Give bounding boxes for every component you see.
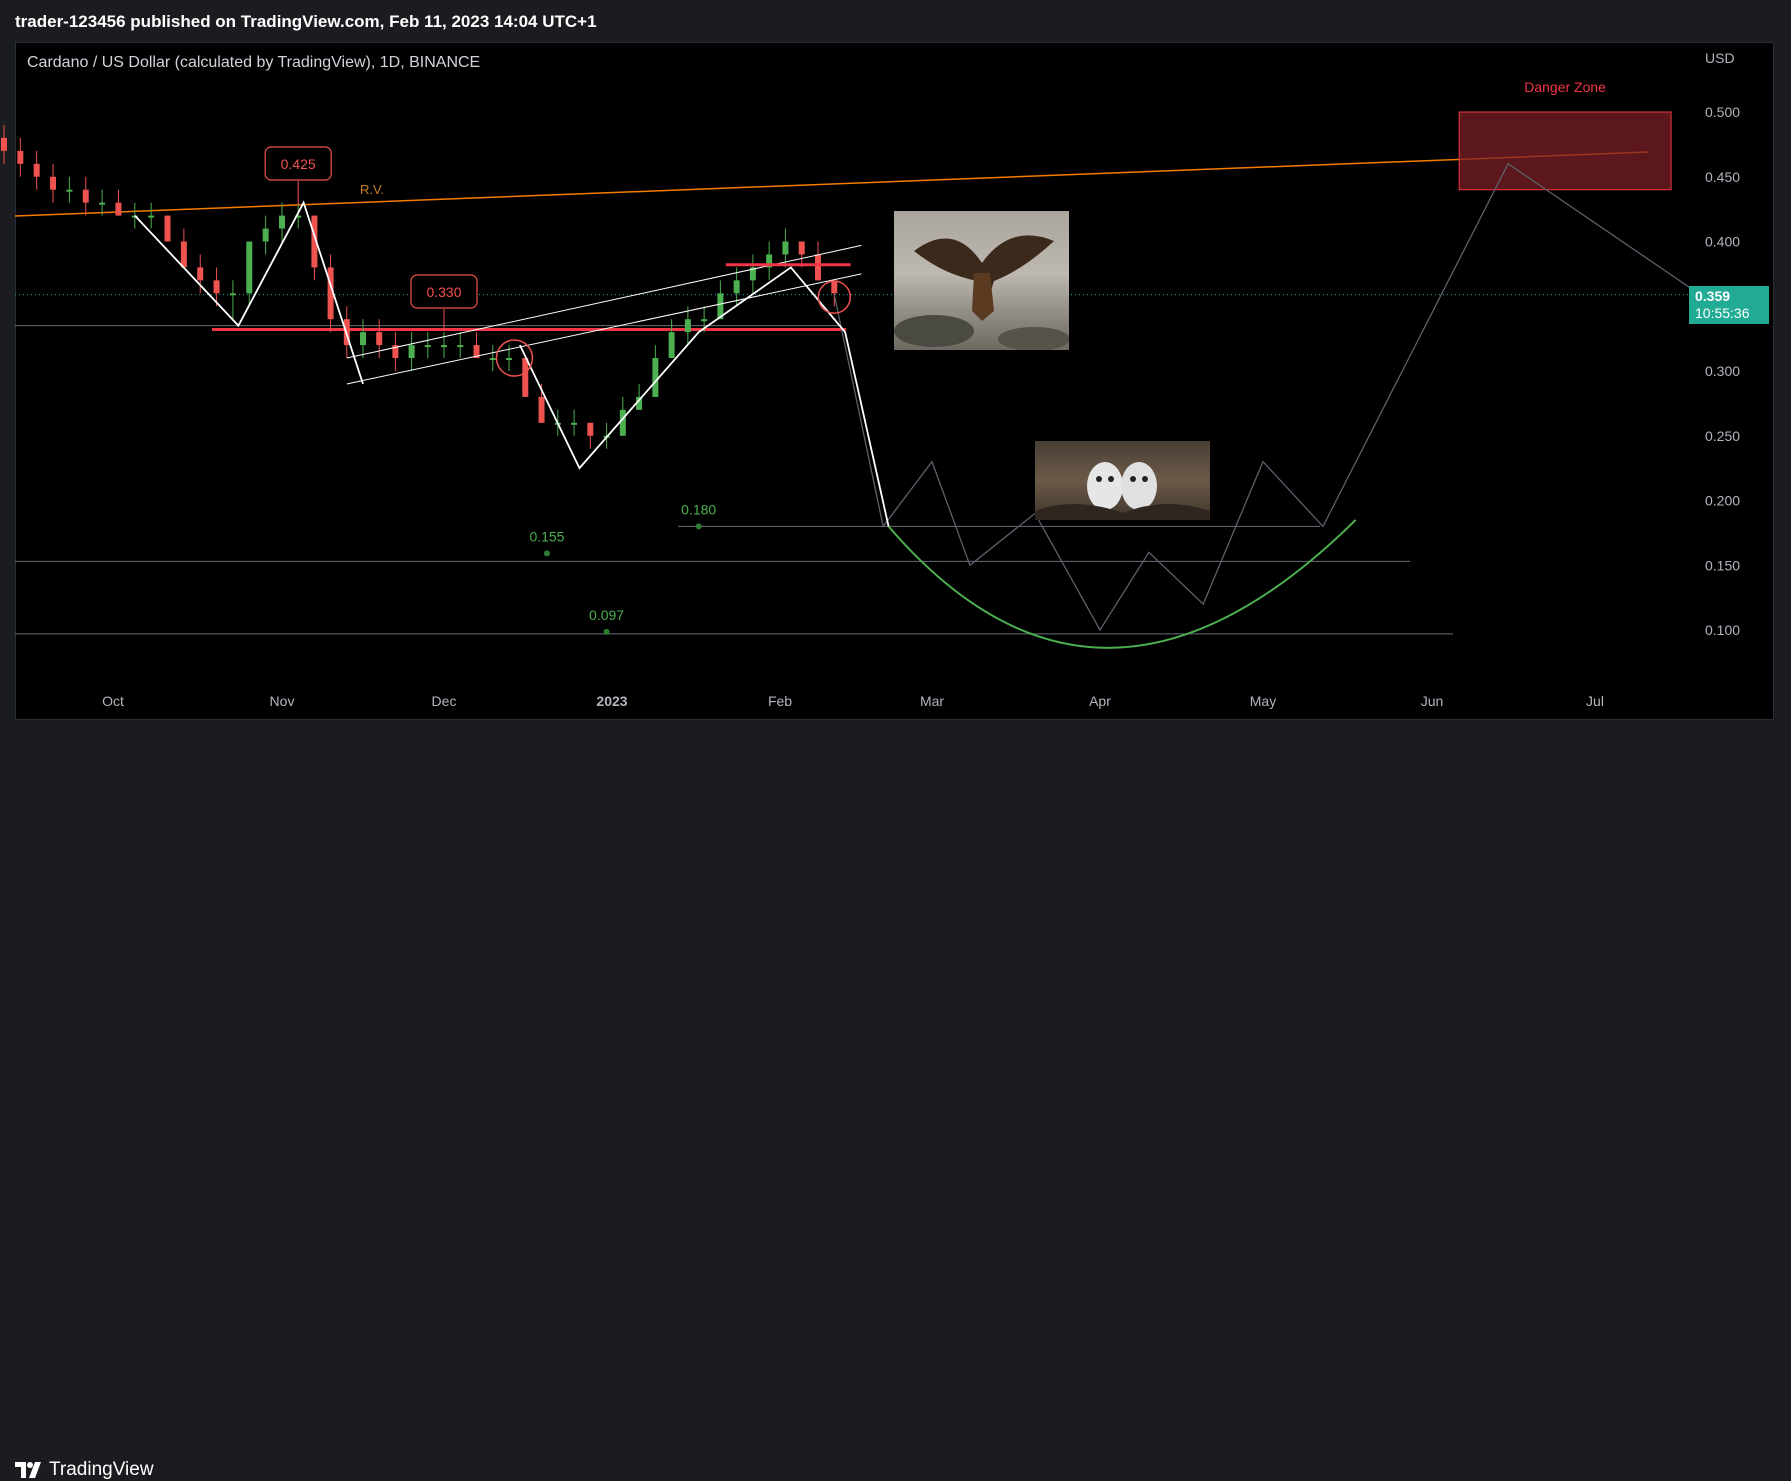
danger-zone-label: Danger Zone <box>1524 79 1606 95</box>
x-tick-label: Jul <box>1586 693 1604 709</box>
candle-body <box>782 241 789 255</box>
label-0-097-marker <box>603 628 610 635</box>
candle-body <box>522 358 529 397</box>
x-tick-label: May <box>1250 693 1276 709</box>
candle-body <box>538 396 545 423</box>
bar-countdown: 10:55:36 <box>1695 305 1750 321</box>
y-tick-label: 0.250 <box>1705 428 1740 444</box>
eagle-icon <box>894 235 1069 350</box>
candle-body <box>360 332 366 346</box>
candle-body <box>684 319 691 333</box>
tradingview-logo[interactable]: TradingView <box>15 1459 154 1481</box>
candle-body <box>180 241 187 268</box>
label-0-155-marker <box>543 550 550 557</box>
y-tick-label: 0.500 <box>1705 104 1740 120</box>
candle-body <box>489 358 496 361</box>
candle-body <box>457 345 464 348</box>
rv-label: R.V. <box>360 182 384 197</box>
currency-label: USD <box>1705 50 1735 66</box>
y-tick-label: 0.300 <box>1705 363 1740 379</box>
eagle-chicks-icon <box>1035 462 1210 520</box>
candle-body <box>148 215 155 218</box>
candle-body <box>279 215 285 229</box>
candle-body <box>50 176 57 190</box>
candle-body <box>701 319 708 322</box>
candle-body <box>0 137 7 151</box>
tradingview-logo-icon <box>15 1462 43 1478</box>
candle-body <box>99 202 106 205</box>
x-tick-label: Jun <box>1421 693 1444 709</box>
candle-body <box>831 280 838 294</box>
candle-body <box>571 422 578 425</box>
tradingview-brand: TradingView <box>49 1459 154 1480</box>
candle-body <box>587 422 594 436</box>
candle-body <box>262 228 269 242</box>
eagle-photo <box>894 211 1069 350</box>
callout-0-425-text: 0.425 <box>281 156 316 172</box>
label-0-155: 0.155 <box>529 528 564 544</box>
x-tick-label: Dec <box>432 693 457 709</box>
x-tick-label: Apr <box>1089 693 1111 709</box>
candle-body <box>733 280 740 294</box>
label-0-180: 0.180 <box>681 501 716 517</box>
label-0-180-marker <box>695 523 702 530</box>
candle-body <box>33 163 40 177</box>
label-0-097: 0.097 <box>589 607 624 623</box>
last-price: 0.359 <box>1695 288 1731 304</box>
candle-body <box>506 358 513 361</box>
candle-body <box>115 202 122 216</box>
candle-body <box>66 189 73 192</box>
chicks-photo <box>1035 441 1210 520</box>
y-tick-label: 0.400 <box>1705 234 1740 250</box>
last-price-badge: 0.359 10:55:36 <box>1689 286 1769 324</box>
candle-body <box>213 280 220 294</box>
candle-body <box>668 332 675 359</box>
y-tick-label: 0.450 <box>1705 169 1740 185</box>
candle-body <box>424 345 431 348</box>
candle-body <box>246 241 253 294</box>
candle-body <box>441 345 447 348</box>
candle-body <box>82 189 89 203</box>
candle-body <box>815 254 821 281</box>
candle-body <box>798 241 805 255</box>
chart-title: Cardano / US Dollar (calculated by Tradi… <box>27 54 481 71</box>
y-tick-label: 0.100 <box>1705 622 1740 638</box>
candle-body <box>408 345 415 359</box>
y-tick-label: 0.150 <box>1705 557 1740 573</box>
danger-zone-box[interactable] <box>1458 111 1672 191</box>
price-chart[interactable]: 0.5000.4500.4000.3500.3000.2500.2000.150… <box>0 0 1791 774</box>
candle-body <box>164 215 171 242</box>
x-tick-label: Feb <box>768 693 792 709</box>
x-tick-label: Oct <box>102 693 124 709</box>
footer-bar: TradingView <box>0 722 1791 1480</box>
candle-body <box>652 358 659 397</box>
candle-body <box>229 293 236 296</box>
callout-0-330-text: 0.330 <box>426 284 461 300</box>
candle-body <box>17 150 24 164</box>
y-tick-label: 0.200 <box>1705 493 1740 509</box>
resistance-trendline[interactable] <box>14 151 1649 217</box>
candle-body <box>619 409 626 436</box>
x-tick-label: 2023 <box>596 693 627 709</box>
x-tick-label: Mar <box>920 693 944 709</box>
candle-body <box>197 267 204 281</box>
cup-pattern-arc[interactable] <box>887 519 1357 649</box>
x-tick-label: Nov <box>270 693 295 709</box>
candle-body <box>376 332 383 346</box>
